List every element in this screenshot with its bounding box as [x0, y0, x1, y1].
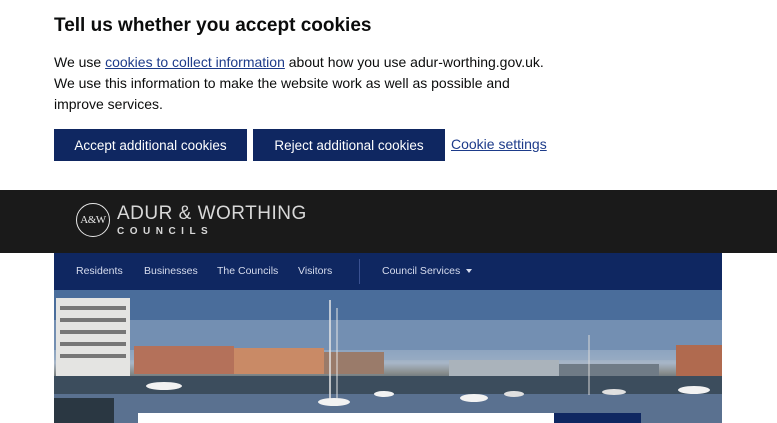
- council-logo-icon[interactable]: A&W: [76, 203, 110, 237]
- nav-item-visitors[interactable]: Visitors: [298, 265, 332, 277]
- search-input[interactable]: [138, 413, 554, 423]
- nav-item-businesses[interactable]: Businesses: [144, 265, 198, 277]
- nav-item-council-services[interactable]: Council Services: [382, 265, 473, 277]
- hero-image: [54, 290, 722, 423]
- cookie-settings-link[interactable]: Cookie settings: [451, 136, 547, 152]
- harbour-scene-image: [54, 290, 722, 423]
- nav-item-the-councils[interactable]: The Councils: [217, 265, 278, 277]
- cookies-info-link[interactable]: cookies to collect information: [105, 54, 285, 70]
- council-services-label: Council Services: [382, 265, 461, 277]
- nav-item-residents[interactable]: Residents: [76, 265, 123, 277]
- accept-cookies-button[interactable]: Accept additional cookies: [54, 129, 247, 161]
- chevron-down-icon: [466, 269, 473, 274]
- logo-name[interactable]: ADUR & WORTHING: [117, 203, 307, 225]
- cookie-text-intro: We use: [54, 54, 106, 70]
- logo-subtitle: COUNCILS: [117, 226, 214, 237]
- site-header: A&W ADUR & WORTHING COUNCILS: [0, 190, 777, 253]
- nav-divider: [359, 259, 360, 284]
- main-navigation: Residents Businesses The Councils Visito…: [54, 253, 722, 290]
- cookie-banner-title: Tell us whether you accept cookies: [54, 15, 372, 36]
- search-button[interactable]: [554, 413, 641, 423]
- cookie-banner: Tell us whether you accept cookies We us…: [0, 0, 777, 190]
- cookie-banner-text: We use cookies to collect information ab…: [54, 52, 554, 115]
- reject-cookies-button[interactable]: Reject additional cookies: [253, 129, 445, 161]
